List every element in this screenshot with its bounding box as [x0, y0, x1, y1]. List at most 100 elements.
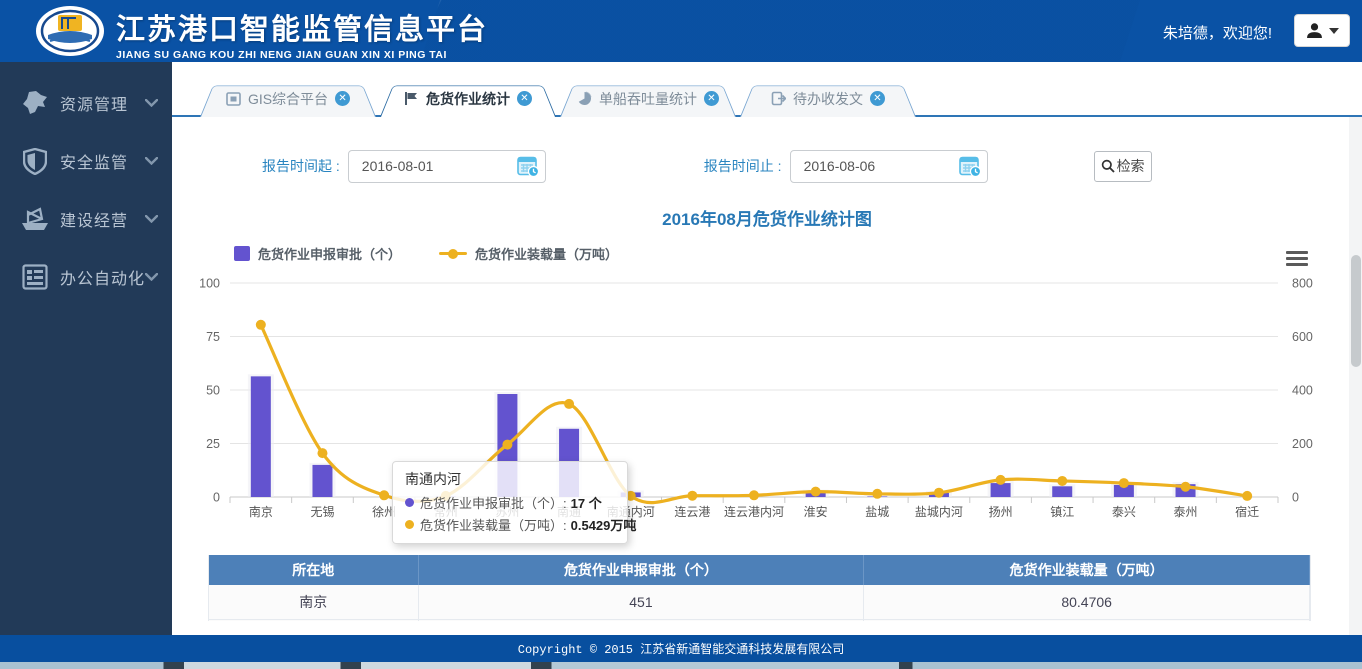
tab-pending-documents[interactable]: 待办收发文 ✕ [740, 80, 916, 117]
tooltip-value: 0.5429万吨 [571, 515, 637, 534]
app-title: 江苏港口智能监管信息平台 [116, 6, 488, 48]
svg-text:0: 0 [213, 491, 220, 505]
tooltip-row-line: 危货作业装载量（万吨）: 0.5429万吨 [405, 515, 615, 534]
port-logo [34, 5, 106, 57]
svg-text:75: 75 [206, 330, 220, 344]
filter-row: 报告时间起 : 报告时间止 : [172, 149, 1362, 183]
bar-series-swatch [234, 246, 250, 261]
close-icon[interactable]: ✕ [870, 91, 885, 106]
cell-load: 80.4706 [864, 585, 1310, 619]
table-row[interactable]: 南京 451 80.4706 [209, 585, 1310, 619]
chevron-down-icon [1329, 28, 1339, 34]
chart-menu-icon[interactable] [1286, 251, 1308, 269]
tab-gis-platform[interactable]: GIS综合平台 ✕ [200, 80, 376, 117]
svg-text:连云港: 连云港 [674, 504, 710, 519]
office-grid-icon [18, 262, 52, 292]
tab-single-ship-throughput[interactable]: 单船吞吐量统计 ✕ [560, 80, 736, 117]
tab-label: 危货作业统计 [426, 89, 510, 109]
gis-screen-icon [226, 92, 241, 106]
page-scrollbar[interactable] [1349, 117, 1362, 636]
svg-text:连云港内河: 连云港内河 [724, 504, 784, 519]
start-date-label: 报告时间起 : [262, 156, 340, 176]
end-date-label: 报告时间止 : [704, 156, 782, 176]
stats-table: 所在地 危货作业申报审批（个） 危货作业装载量（万吨） 南京 451 80.47… [209, 555, 1310, 621]
svg-text:25: 25 [206, 437, 220, 451]
line-series-dot [405, 520, 414, 529]
close-icon[interactable]: ✕ [517, 91, 532, 106]
legend-label: 危货作业装载量（万吨） [475, 244, 618, 263]
sidebar: 资源管理 安全监管 建设经营 办公自动化 [0, 62, 172, 636]
tooltip-row-bar: 危货作业申报审批（个）: 17 个 [405, 493, 615, 512]
sidebar-item-label: 建设经营 [60, 207, 145, 231]
document-send-icon [771, 91, 786, 106]
search-button[interactable]: 检索 [1094, 151, 1152, 182]
col-header-location: 所在地 [209, 555, 418, 585]
user-menu-button[interactable] [1294, 14, 1350, 47]
flag-icon [404, 91, 419, 106]
footer-bar: Copyright © 2015 江苏省新通智能交通科技发展有限公司 [0, 635, 1362, 662]
bar-series-dot [405, 498, 414, 507]
cell-location: 南京 [209, 585, 418, 619]
svg-text:400: 400 [1292, 384, 1313, 398]
sidebar-item-label: 办公自动化 [60, 265, 145, 289]
tooltip-label: 危货作业申报审批（个）: [420, 493, 567, 512]
tab-label: 待办收发文 [793, 89, 863, 109]
calendar-clock-icon[interactable] [959, 155, 982, 178]
legend-label: 危货作业申报审批（个） [258, 244, 401, 263]
tooltip-title: 南通内河 [405, 469, 615, 489]
svg-text:镇江: 镇江 [1050, 505, 1074, 519]
chevron-down-icon [145, 99, 158, 107]
chart-tooltip: 南通内河 危货作业申报审批（个）: 17 个 危货作业装载量（万吨）: 0.54… [392, 461, 628, 544]
svg-text:0: 0 [1292, 491, 1299, 505]
tab-dangerous-goods-stats[interactable]: 危货作业统计 ✕ [380, 80, 556, 117]
svg-text:南京: 南京 [249, 504, 273, 519]
sidebar-item-label: 安全监管 [60, 149, 145, 173]
tab-label: 单船吞吐量统计 [599, 89, 697, 109]
app-brand: 江苏港口智能监管信息平台 JIANG SU GANG KOU ZHI NENG … [116, 6, 488, 61]
calendar-clock-icon[interactable] [517, 155, 540, 178]
scrollbar-thumb[interactable] [1351, 255, 1361, 367]
shield-icon [18, 146, 52, 176]
chart-title: 2016年08月危货作业统计图 [172, 205, 1362, 230]
sidebar-item-safety-supervision[interactable]: 安全监管 [0, 144, 172, 178]
table-row-partial[interactable] [209, 619, 1310, 621]
close-icon[interactable]: ✕ [704, 91, 719, 106]
legend-item-line-series[interactable]: 危货作业装载量（万吨） [439, 244, 618, 263]
legend-item-bar-series[interactable]: 危货作业申报审批（个） [234, 244, 401, 263]
svg-text:泰兴: 泰兴 [1112, 505, 1136, 519]
taskbar-edge-strip [0, 662, 1362, 669]
cell-approvals: 451 [418, 585, 864, 619]
combo-chart[interactable]: 00252005040075600100800南京无锡徐州常州苏州南通南通内河连… [186, 267, 1336, 537]
svg-text:盐城内河: 盐城内河 [915, 505, 963, 519]
start-date-box [348, 150, 546, 183]
map-icon [18, 88, 52, 118]
chart-area: 00252005040075600100800南京无锡徐州常州苏州南通南通内河连… [186, 267, 1336, 537]
end-date-box [790, 150, 988, 183]
svg-text:200: 200 [1292, 437, 1313, 451]
svg-text:扬州: 扬州 [989, 504, 1013, 519]
chevron-down-icon [145, 273, 158, 281]
svg-text:600: 600 [1292, 330, 1313, 344]
table-header-row: 所在地 危货作业申报审批（个） 危货作业装载量（万吨） [209, 555, 1310, 585]
col-header-approvals: 危货作业申报审批（个） [418, 555, 864, 585]
sidebar-item-resource-management[interactable]: 资源管理 [0, 86, 172, 120]
tooltip-label: 危货作业装载量（万吨）: [420, 515, 567, 534]
col-header-load: 危货作业装载量（万吨） [864, 555, 1310, 585]
close-icon[interactable]: ✕ [335, 91, 350, 106]
line-series-swatch [439, 252, 467, 255]
chart-legend: 危货作业申报审批（个） 危货作业装载量（万吨） [234, 244, 1362, 263]
svg-text:50: 50 [206, 384, 220, 398]
copyright-text: Copyright © 2015 江苏省新通智能交通科技发展有限公司 [518, 640, 844, 657]
welcome-text: 朱培德，欢迎您! [1163, 22, 1272, 43]
main-content: GIS综合平台 ✕ 危货作业统计 ✕ 单船吞吐量统计 ✕ [172, 62, 1362, 636]
magnifier-icon [1101, 159, 1115, 173]
tab-label: GIS综合平台 [248, 89, 328, 109]
pie-chart-icon [577, 91, 592, 106]
svg-text:盐城: 盐城 [865, 505, 889, 519]
tab-bar: GIS综合平台 ✕ 危货作业统计 ✕ 单船吞吐量统计 ✕ [172, 80, 1362, 117]
sidebar-item-office-automation[interactable]: 办公自动化 [0, 260, 172, 294]
sidebar-item-label: 资源管理 [60, 91, 145, 115]
sidebar-item-construction-operation[interactable]: 建设经营 [0, 202, 172, 236]
app-subtitle: JIANG SU GANG KOU ZHI NENG JIAN GUAN XIN… [116, 49, 488, 61]
header-diagonal-decoration [420, 0, 1140, 62]
